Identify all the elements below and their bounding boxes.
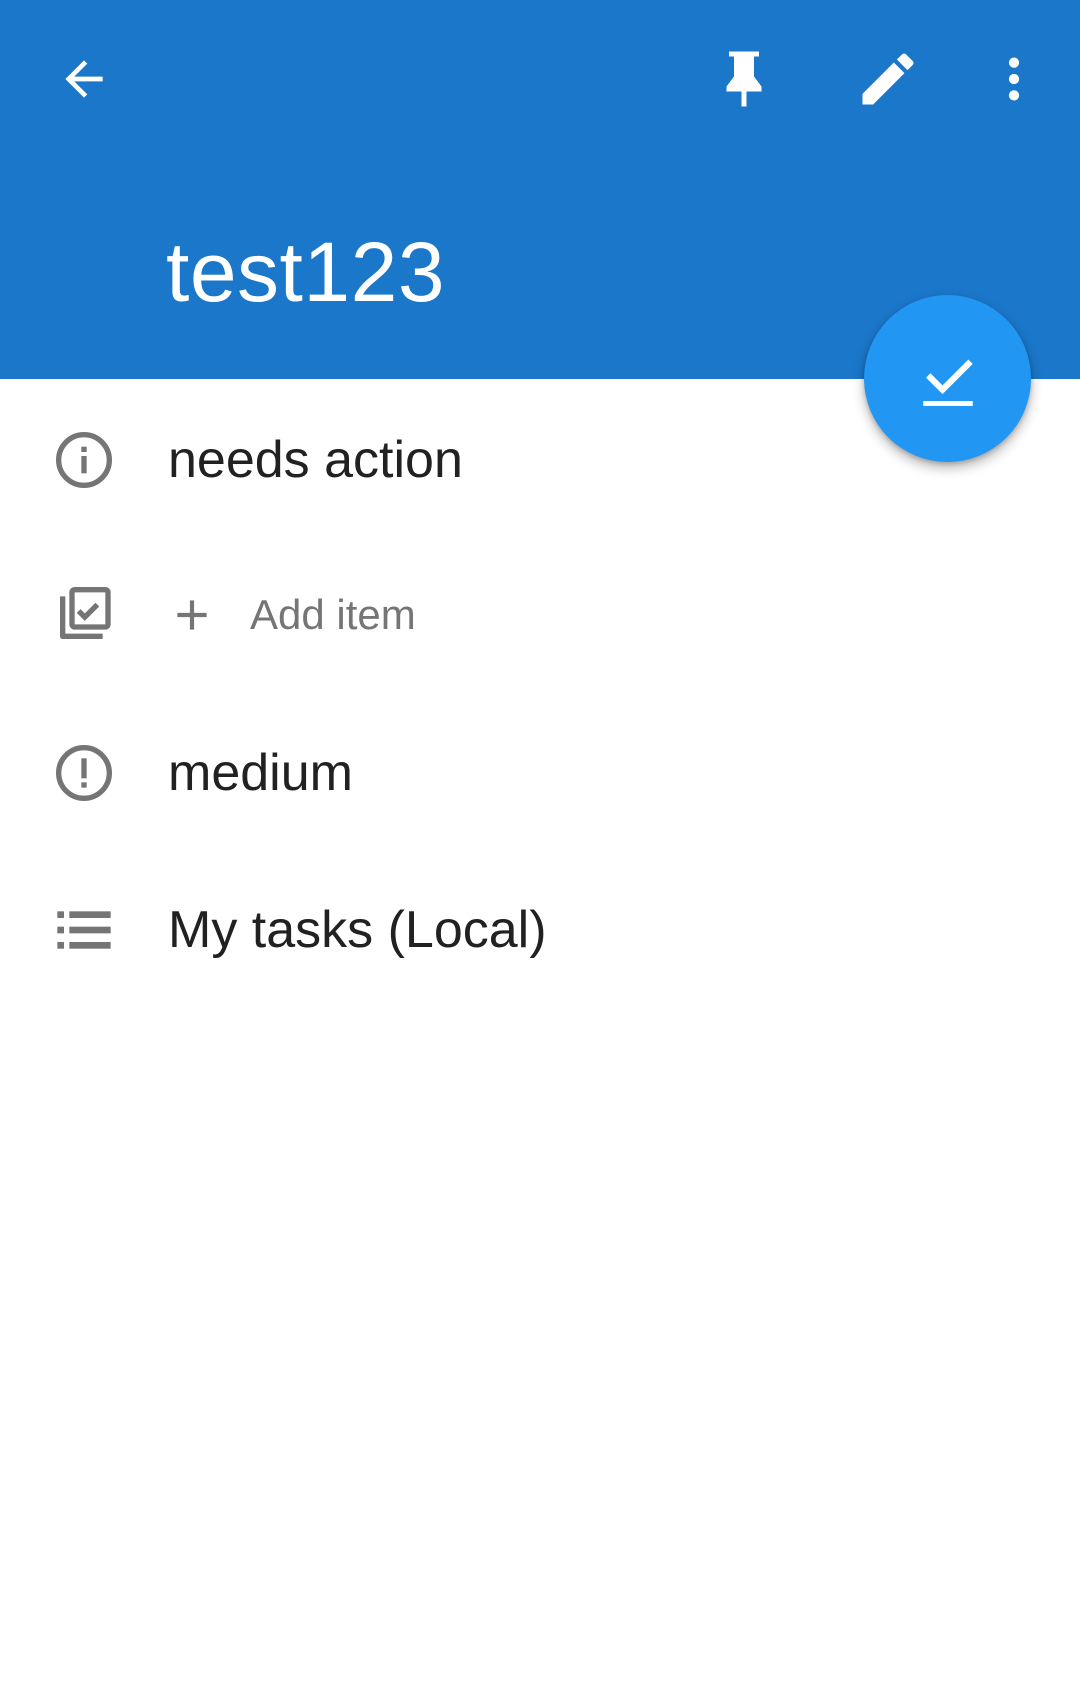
priority-label: medium <box>168 744 353 802</box>
checklist-icon <box>50 581 118 649</box>
arrow-back-icon <box>65 60 103 98</box>
status-label: needs action <box>168 431 463 489</box>
list-icon <box>50 896 118 964</box>
plus-icon <box>164 587 220 643</box>
list-label: My tasks (Local) <box>168 901 547 959</box>
edit-button[interactable] <box>838 29 938 129</box>
add-item-button[interactable]: Add item <box>164 575 416 655</box>
more-vert-icon <box>1008 57 1020 101</box>
status-row[interactable]: needs action <box>0 400 1080 520</box>
priority-row[interactable]: medium <box>0 713 1080 833</box>
priority-alert-icon <box>50 739 118 807</box>
edit-pencil-icon <box>862 53 914 105</box>
back-button[interactable] <box>34 29 134 129</box>
list-row[interactable]: My tasks (Local) <box>0 870 1080 990</box>
subtasks-row: Add item <box>0 555 1080 675</box>
info-icon <box>50 426 118 494</box>
pin-button[interactable] <box>694 29 794 129</box>
task-title[interactable]: test123 <box>166 222 445 322</box>
pin-icon <box>726 51 762 107</box>
add-item-label: Add item <box>250 591 416 638</box>
more-options-button[interactable] <box>964 29 1064 129</box>
